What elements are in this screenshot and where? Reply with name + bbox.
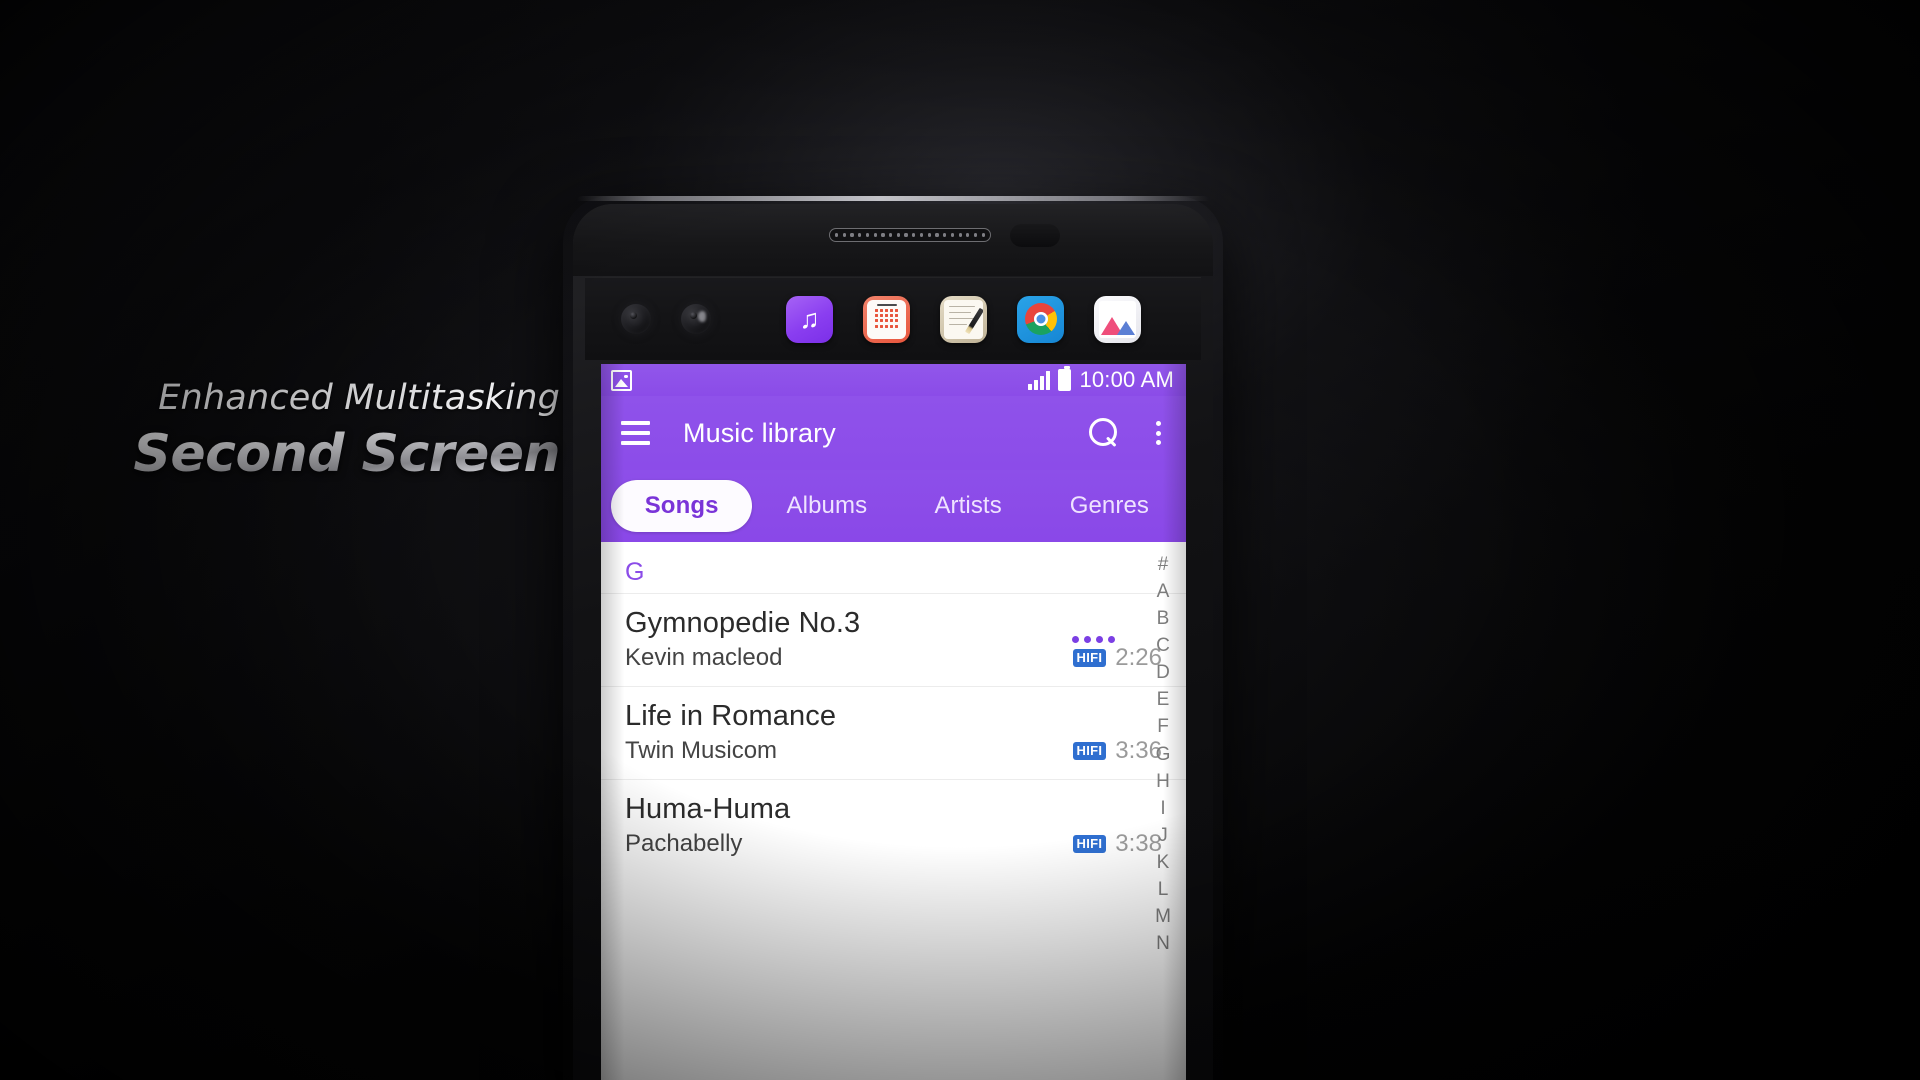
status-bar-right: 10:00 AM — [1028, 366, 1174, 393]
song-artist: Kevin macleod — [625, 644, 783, 671]
alpha-index-item[interactable]: D — [1156, 660, 1170, 685]
marketing-tagline: Enhanced Multitasking — [158, 378, 560, 418]
chrome-logo-glyph — [1024, 303, 1057, 335]
second-screen-panel[interactable]: ♫ — [585, 277, 1201, 360]
status-bar: 10:00 AM — [601, 364, 1186, 396]
front-camera-lens-wide-icon — [621, 304, 651, 334]
calendar-icon-face — [867, 299, 906, 339]
hifi-badge: HIFI — [1072, 741, 1107, 761]
page-title: Music library — [683, 417, 836, 448]
front-camera-lens-standard-icon — [681, 304, 711, 334]
alpha-index-item[interactable]: G — [1156, 742, 1171, 767]
alpha-index-item[interactable]: B — [1157, 606, 1170, 631]
section-header-letter: G — [625, 558, 645, 586]
phone-top-bezel — [573, 204, 1213, 276]
library-tabs[interactable]: Songs Albums Artists Genres — [601, 470, 1186, 542]
hifi-badge: HIFI — [1072, 834, 1107, 854]
notepad-icon-face — [944, 299, 983, 339]
calendar-app-icon[interactable] — [863, 295, 910, 343]
second-screen-app-shortcuts[interactable]: ♫ — [786, 295, 1141, 343]
phone-body: ♫ 10:00 AM Music library Songs Albums Ar… — [573, 204, 1213, 1080]
status-bar-clock: 10:00 AM — [1079, 367, 1174, 392]
table-row[interactable]: Life in Romance Twin Musicom HIFI 3:36 — [601, 686, 1186, 779]
gallery-icon-face — [1099, 300, 1136, 338]
overflow-menu-icon[interactable] — [1147, 419, 1170, 447]
gallery-notification-icon — [611, 369, 632, 391]
alpha-index-item[interactable]: N — [1156, 931, 1170, 956]
tab-genres[interactable]: Genres — [1039, 480, 1180, 532]
table-row[interactable]: Gymnopedie No.3 Kevin macleod HIFI 2:26 — [601, 593, 1186, 686]
battery-full-icon — [1058, 366, 1072, 391]
song-list[interactable]: G Gymnopedie No.3 Kevin macleod HIFI 2:2… — [601, 542, 1186, 1080]
tab-songs[interactable]: Songs — [611, 480, 753, 532]
music-app-icon[interactable]: ♫ — [786, 295, 833, 343]
alpha-index-item[interactable]: J — [1158, 823, 1168, 848]
search-icon[interactable] — [1089, 418, 1119, 448]
hifi-badge: HIFI — [1072, 648, 1107, 668]
main-display[interactable]: 10:00 AM Music library Songs Albums Arti… — [601, 364, 1186, 1080]
alpha-index-item[interactable]: A — [1157, 579, 1170, 604]
chrome-app-icon[interactable] — [1017, 295, 1064, 343]
alpha-index-item[interactable]: K — [1157, 850, 1170, 875]
alpha-index-item[interactable]: E — [1157, 687, 1170, 712]
marketing-copy: Enhanced Multitasking Second Screen — [90, 378, 560, 484]
alpha-index-item[interactable]: F — [1157, 714, 1169, 739]
song-artist: Twin Musicom — [625, 737, 778, 764]
app-bar-actions — [1089, 418, 1170, 448]
app-bar: Music library — [601, 396, 1186, 470]
gallery-app-icon[interactable] — [1094, 295, 1141, 343]
notes-app-icon[interactable] — [940, 295, 987, 343]
music-note-glyph: ♫ — [799, 303, 820, 334]
alpha-index-item[interactable]: I — [1160, 796, 1165, 821]
table-row[interactable]: Huma-Huma Pachabelly HIFI 3:38 — [601, 779, 1186, 872]
now-playing-indicator-icon — [1072, 636, 1115, 643]
song-title: Huma-Huma — [625, 793, 791, 825]
alpha-index-item[interactable]: # — [1158, 552, 1169, 577]
front-dual-camera — [621, 304, 711, 334]
tab-artists[interactable]: Artists — [898, 480, 1039, 532]
phone-frame-highlight — [577, 196, 1209, 201]
song-artist: Pachabelly — [625, 830, 743, 857]
hamburger-menu-icon[interactable] — [621, 421, 650, 445]
tab-albums[interactable]: Albums — [756, 480, 897, 532]
earpiece-speaker-icon — [829, 228, 991, 242]
signal-bars-icon — [1028, 370, 1051, 390]
proximity-sensor-icon — [1010, 224, 1060, 247]
alpha-index-item[interactable]: M — [1155, 904, 1171, 929]
song-title: Life in Romance — [625, 700, 837, 732]
alpha-index-scrubber[interactable]: # A B C D E F G H I J K L M N — [1140, 542, 1186, 1080]
alpha-index-item[interactable]: L — [1158, 877, 1169, 902]
alpha-index-item[interactable]: C — [1156, 633, 1170, 658]
alpha-index-item[interactable]: H — [1156, 769, 1170, 794]
phone-device: ♫ 10:00 AM Music library Songs Albums Ar… — [563, 196, 1223, 1080]
marketing-headline: Second Screen — [90, 425, 560, 483]
